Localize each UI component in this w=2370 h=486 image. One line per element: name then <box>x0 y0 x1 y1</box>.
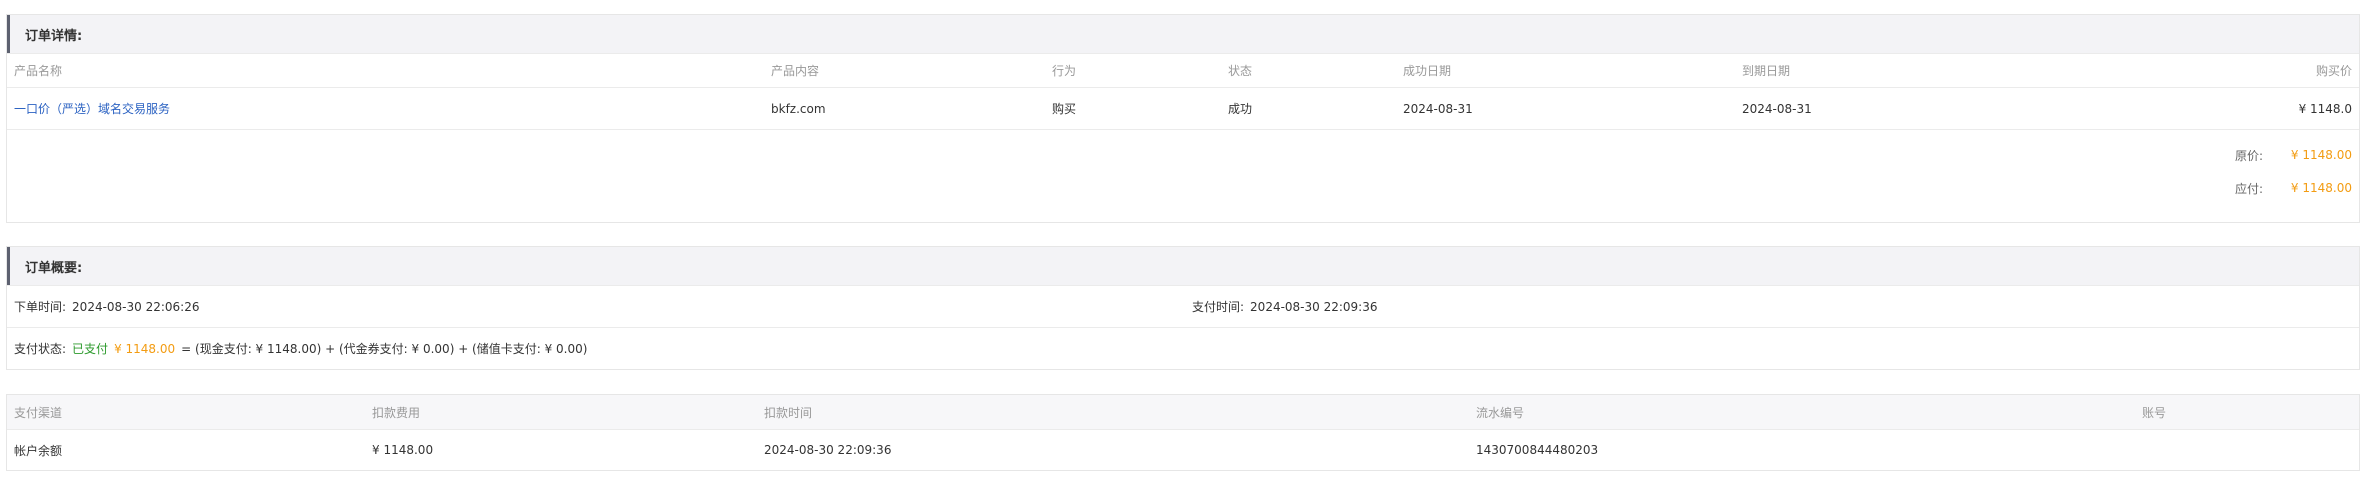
order-time-value: 2024-08-30 22:06:26 <box>72 299 200 314</box>
header-product-content: 产品内容 <box>771 64 820 78</box>
deduct-amount-value: ¥ 1148.00 <box>372 443 434 457</box>
order-details-panel: 订单详情: 产品名称 产品内容 行为 状态 成功日期 到期日期 购买价 一口价（… <box>6 14 2360 223</box>
success-date-value: 2024-08-31 <box>1403 101 1473 116</box>
purchase-price-value: ¥ 1148.0 <box>2298 101 2352 116</box>
original-price-label: 原价: <box>2235 148 2264 163</box>
pay-status-label: 支付状态: <box>14 342 67 356</box>
payment-table: 支付渠道 扣款费用 扣款时间 流水编号 账号 帐户余额 ¥ 1148.00 20… <box>6 394 2360 471</box>
order-summary-panel: 订单概要: 下单时间: 2024-08-30 22:06:26 支付时间: 20… <box>6 246 2360 370</box>
header-product-name: 产品名称 <box>14 64 63 78</box>
product-name-link[interactable]: 一口价（严选）域名交易服务 <box>14 88 170 129</box>
pay-time-label: 支付时间: <box>1192 300 1245 314</box>
header-pay-channel: 支付渠道 <box>14 405 63 420</box>
header-deduct-time: 扣款时间 <box>764 405 813 420</box>
header-status: 状态 <box>1228 64 1253 78</box>
header-action: 行为 <box>1052 64 1077 78</box>
pay-amount: ¥ 1148.00 <box>114 341 176 356</box>
pay-breakdown: = (现金支付: ¥ 1148.00) + (代金券支付: ¥ 0.00) + … <box>181 342 588 356</box>
order-time-label: 下单时间: <box>14 300 67 314</box>
serial-number-value: 1430700844480203 <box>1476 443 1599 457</box>
pay-time: 支付时间: 2024-08-30 22:09:36 <box>1192 286 1378 327</box>
header-purchase-price: 购买价 <box>2315 64 2352 78</box>
order-details-header-row: 产品名称 产品内容 行为 状态 成功日期 到期日期 购买价 <box>7 53 2359 87</box>
pay-status: 支付状态: 已支付 ¥ 1148.00 = (现金支付: ¥ 1148.00) … <box>14 328 587 369</box>
product-content: bkfz.com <box>771 101 826 116</box>
pay-status-badge: 已支付 <box>72 342 109 356</box>
payment-row: 帐户余额 ¥ 1148.00 2024-08-30 22:09:36 14307… <box>7 429 2359 470</box>
header-account: 账号 <box>2142 405 2167 420</box>
header-serial-number: 流水编号 <box>1476 405 1525 420</box>
payable-value: ¥ 1148.00 <box>2290 181 2352 195</box>
pay-status-row: 支付状态: 已支付 ¥ 1148.00 = (现金支付: ¥ 1148.00) … <box>7 327 2359 369</box>
payment-header-row: 支付渠道 扣款费用 扣款时间 流水编号 账号 <box>7 395 2359 429</box>
expire-date-value: 2024-08-31 <box>1742 101 1812 116</box>
original-price-value: ¥ 1148.00 <box>2290 148 2352 162</box>
pay-channel-value: 帐户余额 <box>14 443 63 458</box>
header-success-date: 成功日期 <box>1403 64 1452 78</box>
status-value: 成功 <box>1228 102 1253 116</box>
order-time: 下单时间: 2024-08-30 22:06:26 <box>14 286 200 327</box>
action-value: 购买 <box>1052 102 1077 116</box>
order-summary-title: 订单概要: <box>7 247 2359 285</box>
order-totals: 原价: ¥ 1148.00 应付: ¥ 1148.00 <box>7 129 2359 222</box>
header-deduct-amount: 扣款费用 <box>372 405 421 420</box>
deduct-time-value: 2024-08-30 22:09:36 <box>764 443 892 457</box>
order-item-row: 一口价（严选）域名交易服务 bkfz.com 购买 成功 2024-08-31 … <box>7 87 2359 129</box>
payable-label: 应付: <box>2235 181 2264 196</box>
pay-time-value: 2024-08-30 22:09:36 <box>1250 299 1378 314</box>
order-time-row: 下单时间: 2024-08-30 22:06:26 支付时间: 2024-08-… <box>7 285 2359 327</box>
header-expire-date: 到期日期 <box>1742 64 1791 78</box>
order-details-title: 订单详情: <box>7 15 2359 53</box>
